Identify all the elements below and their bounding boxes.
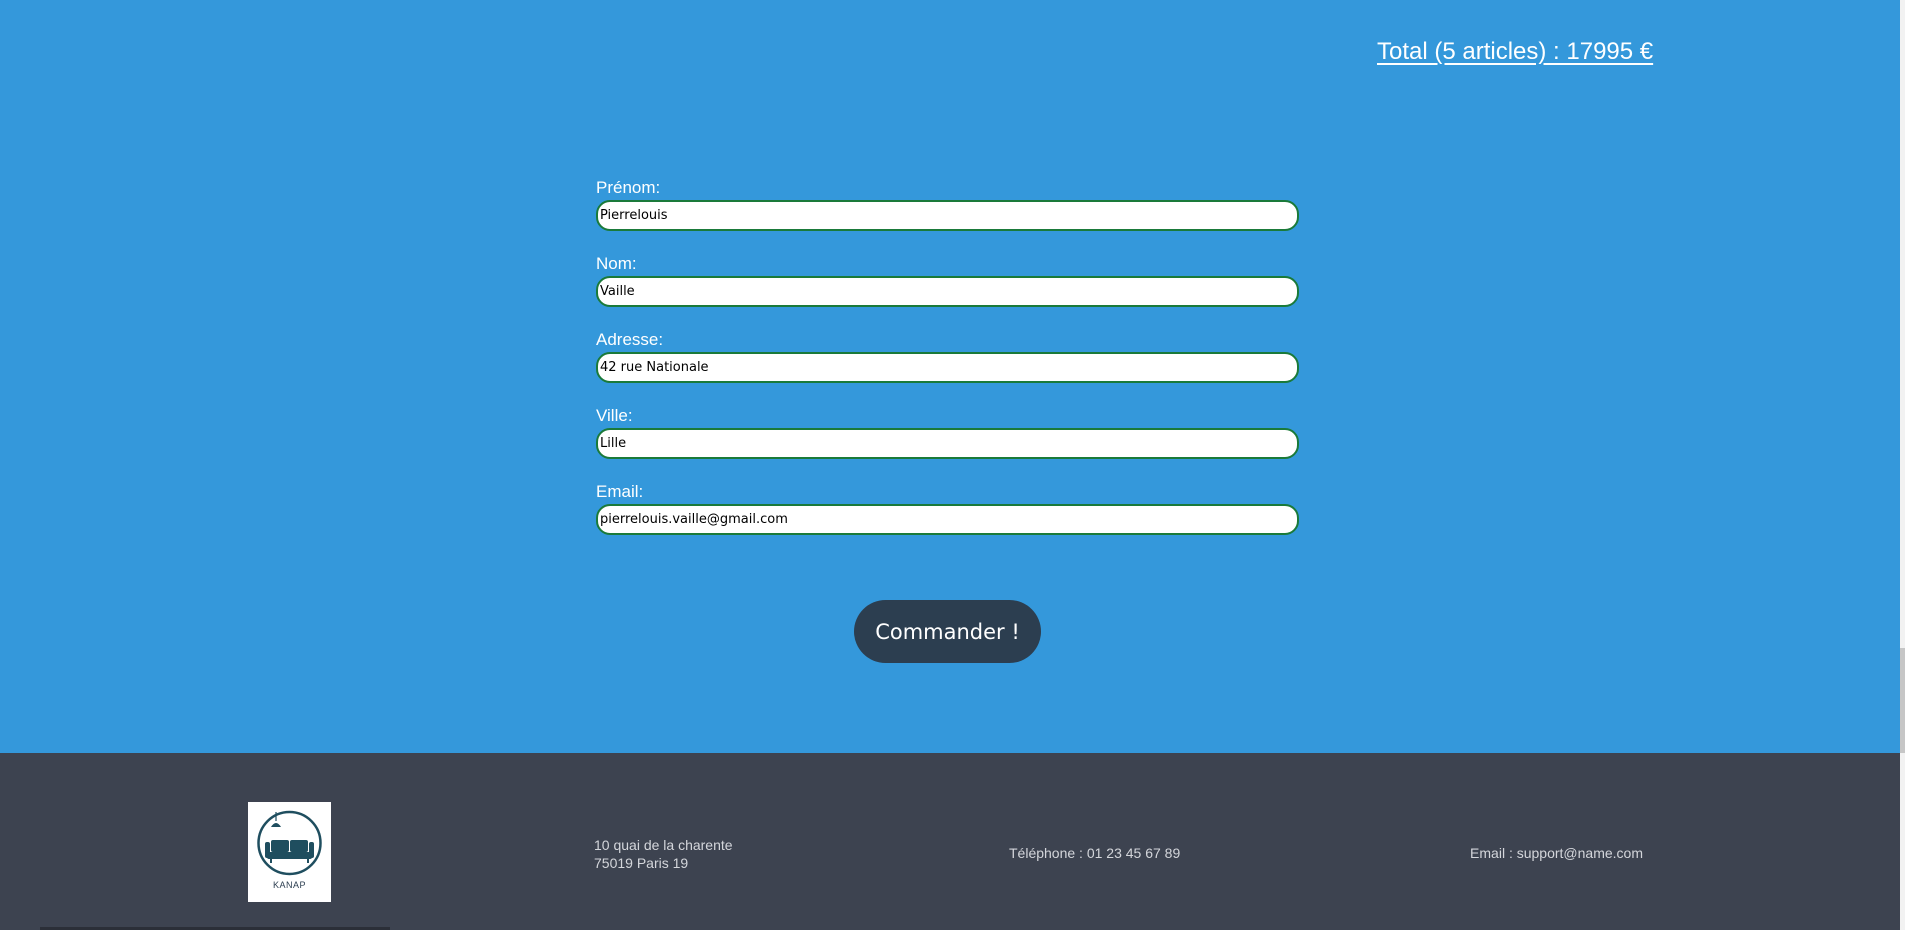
scrollbar-thumb[interactable]: [1900, 648, 1905, 753]
order-button[interactable]: Commander !: [854, 600, 1041, 663]
order-form: Prénom: Nom: Adresse: Ville: Email:: [596, 176, 1301, 556]
email-label: Email:: [596, 482, 644, 501]
site-footer: KANAP 10 quai de la charente 75019 Paris…: [0, 753, 1900, 930]
last-name-field: Nom:: [596, 252, 1301, 328]
first-name-input[interactable]: [596, 200, 1299, 231]
sofa-lamp-icon: [257, 810, 322, 876]
address-line-2: 75019 Paris 19: [594, 855, 689, 871]
address-input[interactable]: [596, 352, 1299, 383]
city-label: Ville:: [596, 406, 633, 425]
city-input[interactable]: [596, 428, 1299, 459]
address-line-1: 10 quai de la charente: [594, 837, 733, 853]
logo-text: KANAP: [272, 880, 306, 890]
scrollbar-track[interactable]: [1900, 0, 1905, 930]
email-field: Email:: [596, 480, 1301, 556]
address-field: Adresse:: [596, 328, 1301, 404]
footer-logo[interactable]: KANAP: [248, 802, 331, 902]
email-input[interactable]: [596, 504, 1299, 535]
cart-total: Total (5 articles) : 17995 €: [1377, 38, 1654, 65]
first-name-field: Prénom:: [596, 176, 1301, 252]
footer-email: Email : support@name.com: [1470, 845, 1643, 861]
last-name-label: Nom:: [596, 254, 637, 273]
city-field: Ville:: [596, 404, 1301, 480]
last-name-input[interactable]: [596, 276, 1299, 307]
first-name-label: Prénom:: [596, 178, 661, 197]
cart-main: Total (5 articles) : 17995 € Prénom: Nom…: [0, 0, 1905, 753]
footer-address: 10 quai de la charente 75019 Paris 19: [594, 836, 733, 872]
footer-phone: Téléphone : 01 23 45 67 89: [1009, 845, 1181, 861]
address-label: Adresse:: [596, 330, 664, 349]
